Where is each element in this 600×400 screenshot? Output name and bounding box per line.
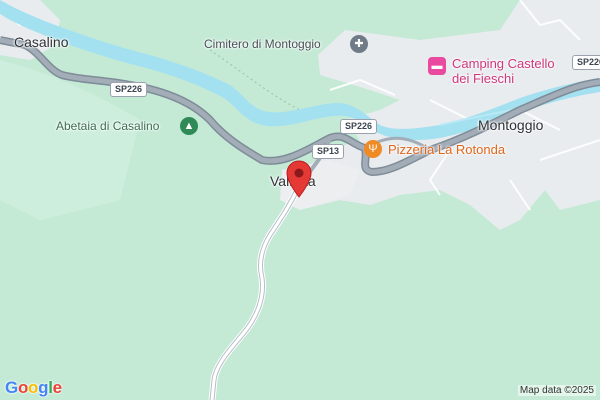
google-logo: Google xyxy=(5,378,62,398)
tree-icon[interactable]: ▲ xyxy=(180,117,198,135)
map-canvas[interactable]: SP226 SP226 SP226 SP13 Casalino Montoggi… xyxy=(0,0,600,400)
google-logo-letter-e: e xyxy=(52,378,62,397)
google-logo-letter-g1: G xyxy=(5,378,18,397)
fork-knife-icon[interactable]: Ψ xyxy=(364,140,382,158)
road-shield-sp226-east: SP226 xyxy=(572,55,600,70)
poi-label-cimitero[interactable]: Cimitero di Montoggio xyxy=(204,37,321,51)
road-shield-sp13: SP13 xyxy=(312,144,345,159)
google-logo-letter-o2: o xyxy=(28,378,39,397)
poi-label-camping-line2: dei Fieschi xyxy=(452,71,515,86)
poi-label-abetaia[interactable]: Abetaia di Casalino xyxy=(56,119,159,133)
road-shield-sp226-west: SP226 xyxy=(110,82,148,97)
map-pin-icon[interactable] xyxy=(286,160,312,198)
google-logo-letter-g2: g xyxy=(38,378,49,397)
road-shield-sp226-center: SP226 xyxy=(340,119,378,134)
poi-label-camping[interactable]: Camping Castello dei Fieschi xyxy=(452,56,555,86)
google-logo-letter-o1: o xyxy=(17,378,29,397)
poi-label-camping-line1: Camping Castello xyxy=(452,56,555,71)
cross-icon[interactable]: ✚ xyxy=(350,35,368,53)
map-attribution[interactable]: Map data ©2025 xyxy=(517,385,596,396)
bed-icon[interactable]: ▬ xyxy=(428,57,446,75)
poi-label-pizzeria[interactable]: Pizzeria La Rotonda xyxy=(388,142,505,157)
place-label-montoggio[interactable]: Montoggio xyxy=(478,117,543,133)
place-label-casalino[interactable]: Casalino xyxy=(14,34,68,50)
